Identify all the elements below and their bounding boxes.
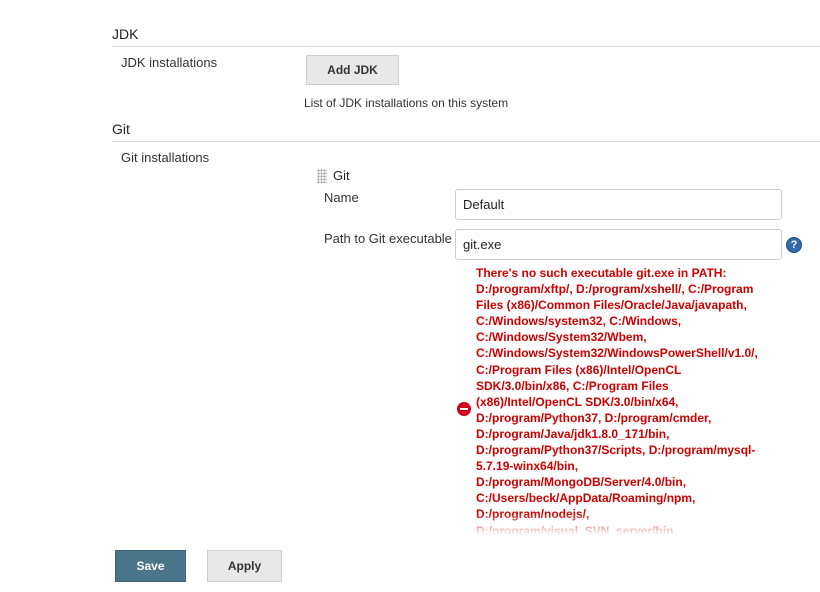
jdk-section-divider — [112, 46, 820, 47]
git-path-error: There's no such executable git.exe in PA… — [457, 265, 797, 535]
jdk-installations-label: JDK installations — [121, 55, 218, 70]
error-line: There's no such executable git.exe in PA… — [476, 266, 727, 280]
drag-handle-icon[interactable] — [317, 168, 327, 183]
global-tool-configuration-page: JDK JDK installations Add JDK List of JD… — [0, 0, 820, 592]
error-line: C:/Windows/system32, C:/Windows, — [476, 314, 682, 329]
error-line: D:/program/xftp/, D:/program/xshell/, C:… — [476, 282, 754, 297]
git-section-divider — [112, 141, 820, 142]
error-line: C:/Program Files (x86)/Intel/OpenCL — [476, 362, 682, 377]
git-path-input[interactable] — [455, 229, 782, 260]
error-line: D:/program/Python37, D:/program/cmder, — [476, 410, 712, 425]
error-line: C:/Windows/System32/Wbem, — [476, 330, 647, 345]
git-installation-header: Git — [317, 168, 350, 183]
error-line: D:/program/Python37/Scripts, D:/program/… — [476, 443, 756, 458]
error-line: SDK/3.0/bin/x86, C:/Program Files — [476, 378, 669, 393]
error-line: D:/program/Java/jdk1.8.0_171/bin, — [476, 426, 670, 441]
git-name-label: Name — [324, 190, 359, 205]
error-message: There's no such executable git.exe in PA… — [476, 265, 794, 535]
error-line: 5.7.19-winx64/bin, — [476, 459, 579, 474]
git-path-label: Path to Git executable — [324, 231, 452, 246]
error-line: Files (x86)/Common Files/Oracle/Java/jav… — [476, 298, 747, 313]
error-line: (x86)/Intel/OpenCL SDK/3.0/bin/x64, — [476, 394, 679, 409]
jdk-help-text: List of JDK installations on this system — [304, 96, 509, 110]
help-icon[interactable]: ? — [786, 237, 802, 253]
error-fade-overlay — [457, 513, 797, 535]
git-installations-label: Git installations — [121, 150, 210, 165]
git-name-input[interactable] — [455, 189, 782, 220]
error-icon — [457, 402, 471, 416]
apply-button[interactable]: Apply — [207, 550, 282, 582]
jdk-section-title: JDK — [112, 26, 139, 42]
save-button[interactable]: Save — [115, 550, 186, 582]
error-line: D:/program/MongoDB/Server/4.0/bin, — [476, 475, 687, 490]
error-line: C:/Windows/System32/WindowsPowerShell/v1… — [476, 346, 758, 361]
add-jdk-button[interactable]: Add JDK — [306, 55, 399, 85]
git-installation-title: Git — [333, 168, 350, 183]
error-line: C:/Users/beck/AppData/Roaming/npm, — [476, 491, 696, 506]
git-section-title: Git — [112, 121, 130, 137]
